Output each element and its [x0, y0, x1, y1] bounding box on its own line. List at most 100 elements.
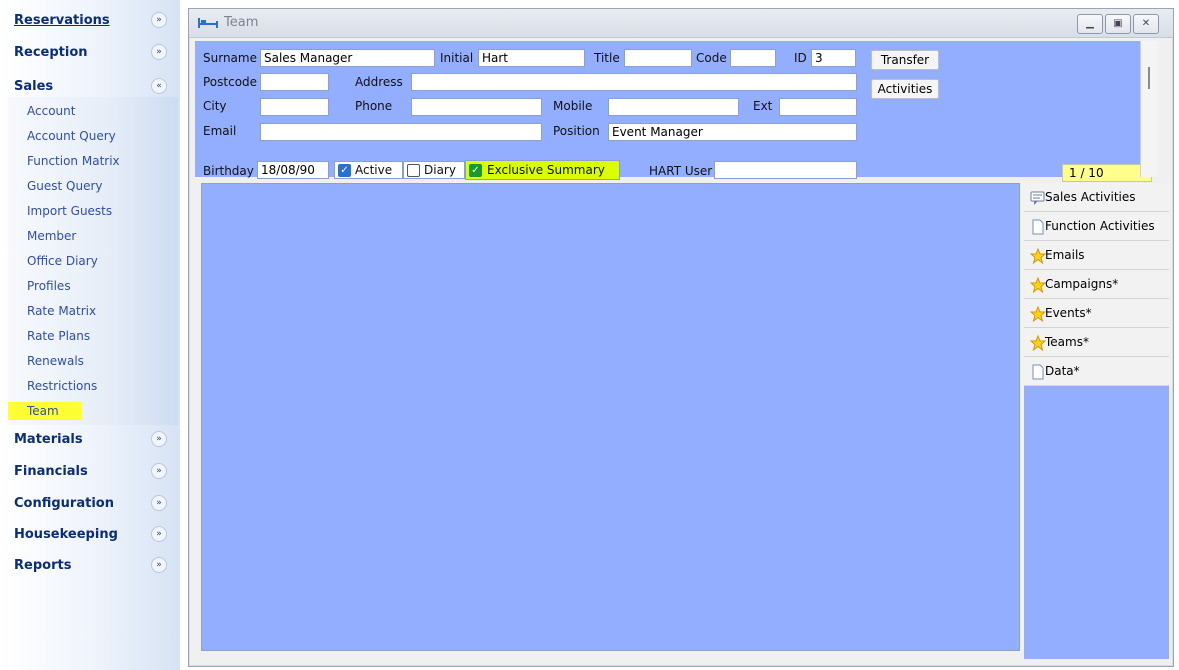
side-item-campaigns[interactable]: Campaigns* — [1024, 270, 1169, 299]
email-label: Email — [203, 124, 237, 138]
maximize-button[interactable]: ▣ — [1105, 14, 1131, 34]
sidebar-item-account[interactable]: Account — [8, 102, 113, 120]
star-icon — [1030, 306, 1046, 322]
minimize-button[interactable]: ▁ — [1077, 14, 1103, 34]
code-label: Code — [696, 51, 727, 65]
birthday-field[interactable]: 18/08/90 — [257, 161, 329, 179]
postcode-field[interactable] — [260, 73, 329, 91]
address-field[interactable] — [411, 73, 857, 91]
diary-checkbox[interactable] — [407, 164, 420, 177]
sidebar-item-restrictions[interactable]: Restrictions — [8, 377, 113, 395]
exclusive-summary-toggle[interactable]: ✓ Exclusive Summary — [465, 160, 620, 180]
id-label: ID — [794, 51, 807, 65]
phone-label: Phone — [355, 99, 393, 113]
team-window: Team ▁ ▣ ✕ Surname Sales Manager Initial… — [188, 8, 1174, 667]
nav-section-reports[interactable]: Reports » — [8, 556, 174, 578]
sidebar-item-import-guests[interactable]: Import Guests — [8, 202, 113, 220]
side-item-emails[interactable]: Emails — [1024, 241, 1169, 270]
side-item-label: Events* — [1045, 306, 1092, 320]
exclusive-summary-checkbox[interactable]: ✓ — [469, 164, 482, 177]
document-icon — [1032, 364, 1044, 380]
nav-section-label: Reception — [14, 45, 88, 60]
nav-section-label: Reports — [14, 558, 72, 573]
mobile-label: Mobile — [553, 99, 593, 113]
activities-button[interactable]: Activities — [871, 79, 939, 99]
side-item-label: Data* — [1045, 364, 1080, 378]
transfer-button[interactable]: Transfer — [871, 50, 939, 70]
surname-field[interactable]: Sales Manager — [260, 49, 435, 67]
team-content-area — [201, 183, 1020, 651]
diary-toggle[interactable]: Diary — [403, 161, 465, 179]
hart-user-field[interactable] — [714, 161, 857, 179]
birthday-label: Birthday — [203, 164, 254, 178]
email-field[interactable] — [260, 123, 542, 141]
exclusive-summary-label: Exclusive Summary — [487, 163, 605, 177]
code-field[interactable] — [730, 49, 776, 67]
record-counter: 1 / 10 — [1062, 164, 1152, 182]
document-icon — [1032, 219, 1044, 235]
chevron-down-icon[interactable]: » — [151, 12, 167, 28]
nav-section-reception[interactable]: Reception » — [8, 43, 174, 65]
navigation-panel: Reservations » Reception » Sales « Accou… — [0, 0, 180, 670]
chevron-down-icon[interactable]: » — [151, 431, 167, 447]
side-item-data[interactable]: Data* — [1024, 357, 1169, 386]
sidebar-item-rate-matrix[interactable]: Rate Matrix — [8, 302, 113, 320]
sidebar-item-account-query[interactable]: Account Query — [8, 127, 116, 145]
side-item-events[interactable]: Events* — [1024, 299, 1169, 328]
active-toggle[interactable]: ✓ Active — [334, 161, 403, 179]
nav-section-label: Configuration — [14, 496, 114, 511]
side-item-teams[interactable]: Teams* — [1024, 328, 1169, 357]
activities-side-panel: Sales Activities Function Activities Ema… — [1024, 183, 1169, 659]
scrollbar-thumb[interactable] — [1148, 67, 1150, 89]
id-field[interactable]: 3 — [811, 49, 856, 67]
close-button[interactable]: ✕ — [1133, 14, 1159, 34]
chat-icon — [1030, 191, 1045, 205]
chevron-down-icon[interactable]: » — [151, 557, 167, 573]
postcode-label: Postcode — [203, 75, 258, 89]
surname-label: Surname — [203, 51, 257, 65]
form-scrollbar[interactable] — [1140, 41, 1158, 177]
city-field[interactable] — [260, 98, 329, 116]
mobile-field[interactable] — [608, 98, 739, 116]
window-titlebar[interactable]: Team ▁ ▣ ✕ — [189, 9, 1173, 38]
chevron-down-icon[interactable]: » — [151, 44, 167, 60]
star-icon — [1030, 277, 1046, 293]
nav-section-financials[interactable]: Financials » — [8, 462, 174, 484]
address-label: Address — [355, 75, 403, 89]
hart-user-label: HART User — [649, 164, 713, 178]
sidebar-item-function-matrix[interactable]: Function Matrix — [8, 152, 120, 170]
sidebar-item-profiles[interactable]: Profiles — [8, 277, 113, 295]
ext-label: Ext — [753, 99, 773, 113]
city-label: City — [203, 99, 227, 113]
chevron-up-icon[interactable]: « — [151, 78, 167, 94]
nav-section-label: Housekeeping — [14, 527, 118, 542]
sidebar-item-guest-query[interactable]: Guest Query — [8, 177, 113, 195]
ext-field[interactable] — [779, 98, 857, 116]
nav-section-sales[interactable]: Sales « — [8, 77, 174, 99]
side-item-function-activities[interactable]: Function Activities — [1024, 212, 1169, 241]
sidebar-item-renewals[interactable]: Renewals — [8, 352, 113, 370]
side-item-label: Teams* — [1045, 335, 1089, 349]
nav-section-reservations[interactable]: Reservations » — [8, 11, 174, 33]
nav-section-materials[interactable]: Materials » — [8, 430, 174, 452]
chevron-down-icon[interactable]: » — [151, 495, 167, 511]
title-field[interactable] — [624, 49, 692, 67]
nav-section-configuration[interactable]: Configuration » — [8, 494, 174, 516]
sidebar-item-office-diary[interactable]: Office Diary — [8, 252, 113, 270]
sidebar-item-member[interactable]: Member — [8, 227, 113, 245]
side-item-label: Campaigns* — [1045, 277, 1119, 291]
active-checkbox[interactable]: ✓ — [338, 164, 351, 177]
position-field[interactable]: Event Manager — [608, 123, 857, 141]
chevron-down-icon[interactable]: » — [151, 526, 167, 542]
star-icon — [1030, 335, 1046, 351]
bed-icon — [198, 18, 218, 28]
nav-section-label: Materials — [14, 432, 83, 447]
side-item-sales-activities[interactable]: Sales Activities — [1024, 183, 1169, 212]
nav-section-housekeeping[interactable]: Housekeeping » — [8, 525, 174, 547]
sidebar-item-team[interactable]: Team — [8, 402, 82, 420]
chevron-down-icon[interactable]: » — [151, 463, 167, 479]
phone-field[interactable] — [411, 98, 542, 116]
nav-section-label: Reservations — [14, 13, 110, 28]
sidebar-item-rate-plans[interactable]: Rate Plans — [8, 327, 113, 345]
initial-field[interactable]: Hart — [478, 49, 585, 67]
